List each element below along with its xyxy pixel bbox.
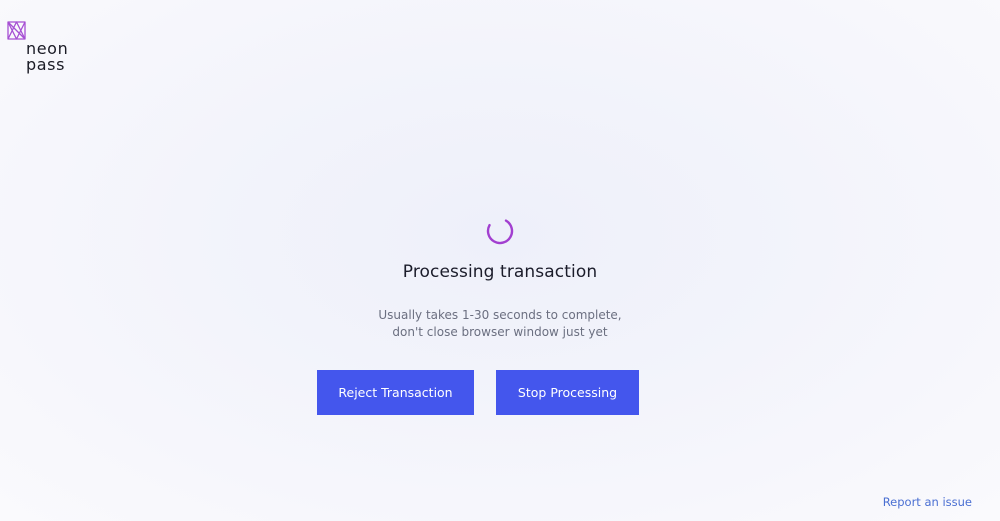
brand-wordmark-line2: pass [26,55,66,74]
processing-title: Processing transaction [402,262,598,282]
processing-subtitle: Usually takes 1-30 seconds to complete, … [0,307,1000,341]
subtitle-line-1: Usually takes 1-30 seconds to complete, [378,308,622,322]
subtitle-line-2: don't close browser window just yet [392,325,608,339]
action-buttons: Reject Transaction Stop Processing [317,370,639,415]
neonpass-logo[interactable]: neon pass [7,21,77,77]
stop-processing-button[interactable]: Stop Processing [496,370,639,415]
processing-panel: Processing transaction Usually takes 1-3… [0,216,1000,341]
loading-spinner-icon [486,217,514,245]
report-issue-link[interactable]: Report an issue [883,495,972,509]
neonpass-logo-icon [7,21,26,40]
brand-wordmark: neon pass [26,41,68,73]
reject-transaction-button[interactable]: Reject Transaction [317,370,474,415]
